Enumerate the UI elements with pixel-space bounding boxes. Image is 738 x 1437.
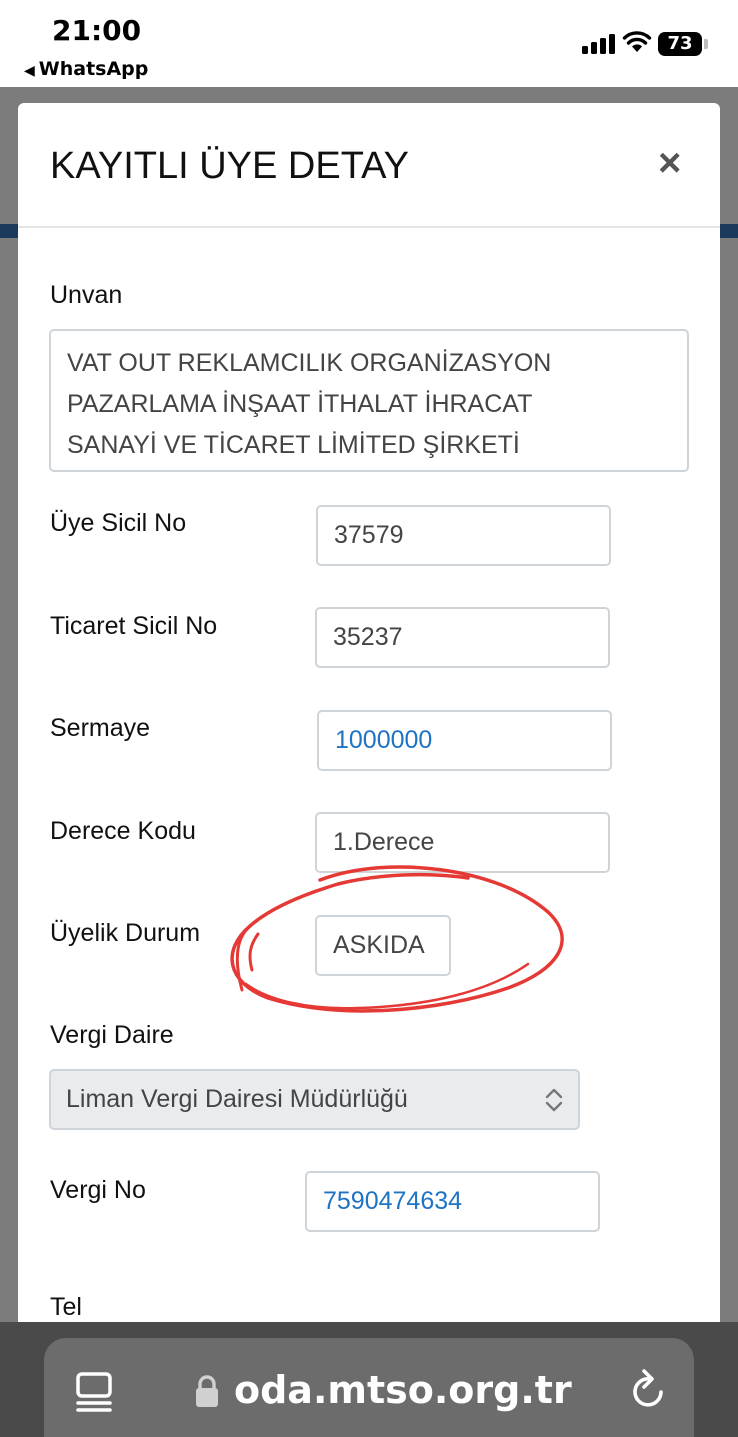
ticaret-sicil-no-value: 35237 xyxy=(333,623,403,651)
ticaret-sicil-no-label: Ticaret Sicil No xyxy=(50,612,218,640)
lock-icon xyxy=(196,1375,218,1407)
uye-sicil-no-field[interactable]: 37579 xyxy=(316,505,611,566)
url-text[interactable]: oda.mtso.org.tr xyxy=(234,1368,572,1412)
vergi-daire-selected: Liman Vergi Dairesi Müdürlüğü xyxy=(66,1085,408,1113)
back-to-app-link[interactable]: ◀ WhatsApp xyxy=(24,58,148,80)
vergi-no-label: Vergi No xyxy=(50,1176,146,1204)
uyelik-durum-value: ASKIDA xyxy=(333,931,425,959)
vergi-daire-label: Vergi Daire xyxy=(50,1021,174,1049)
derece-kodu-label: Derece Kodu xyxy=(50,817,196,845)
unvan-line: SANAYİ VE TİCARET LİMİTED ŞİRKETİ xyxy=(67,431,520,459)
unvan-label: Unvan xyxy=(50,281,123,309)
background-header-edge xyxy=(720,224,738,238)
back-arrow-icon: ◀ xyxy=(24,63,35,79)
status-time: 21:00 xyxy=(52,14,142,47)
battery-icon: 73 xyxy=(658,32,708,56)
uye-sicil-no-value: 37579 xyxy=(334,521,404,549)
tel-label: Tel xyxy=(50,1293,82,1321)
unvan-textarea[interactable]: VAT OUT REKLAMCILIK ORGANİZASYON PAZARLA… xyxy=(49,329,689,472)
member-detail-modal: KAYITLI ÜYE DETAY × Unvan VAT OUT REKLAM… xyxy=(18,103,720,1343)
unvan-line: VAT OUT REKLAMCILIK ORGANİZASYON xyxy=(67,349,552,377)
background-header-edge xyxy=(0,224,18,238)
vergi-no-value: 7590474634 xyxy=(323,1187,463,1215)
close-button[interactable]: × xyxy=(658,139,681,187)
derece-kodu-field[interactable]: 1.Derece xyxy=(315,812,610,873)
chevron-up-down-icon xyxy=(545,1088,563,1112)
reload-icon[interactable] xyxy=(628,1368,670,1412)
vergi-daire-select[interactable]: Liman Vergi Dairesi Müdürlüğü xyxy=(49,1069,580,1130)
sermaye-label: Sermaye xyxy=(50,714,151,742)
sermaye-value: 1000000 xyxy=(335,726,433,754)
uyelik-durum-label: Üyelik Durum xyxy=(50,919,201,947)
tabs-icon[interactable] xyxy=(74,1370,114,1414)
modal-title: KAYITLI ÜYE DETAY xyxy=(50,145,409,187)
uye-sicil-no-label: Üye Sicil No xyxy=(50,509,187,537)
wifi-icon xyxy=(622,31,652,52)
vergi-no-field[interactable]: 7590474634 xyxy=(305,1171,600,1232)
uyelik-durum-field[interactable]: ASKIDA xyxy=(315,915,451,976)
cellular-signal-icon xyxy=(582,34,616,54)
address-bar[interactable]: oda.mtso.org.tr xyxy=(44,1338,694,1437)
ticaret-sicil-no-field[interactable]: 35237 xyxy=(315,607,610,668)
unvan-line: PAZARLAMA İNŞAAT İTHALAT İHRACAT xyxy=(67,390,533,418)
back-app-name: WhatsApp xyxy=(38,58,149,80)
sermaye-field[interactable]: 1000000 xyxy=(317,710,612,771)
browser-toolbar: oda.mtso.org.tr xyxy=(0,1322,738,1437)
status-bar: 21:00 ◀ WhatsApp 73 xyxy=(0,0,738,87)
modal-header: KAYITLI ÜYE DETAY × xyxy=(18,103,720,228)
derece-kodu-value: 1.Derece xyxy=(333,828,435,856)
